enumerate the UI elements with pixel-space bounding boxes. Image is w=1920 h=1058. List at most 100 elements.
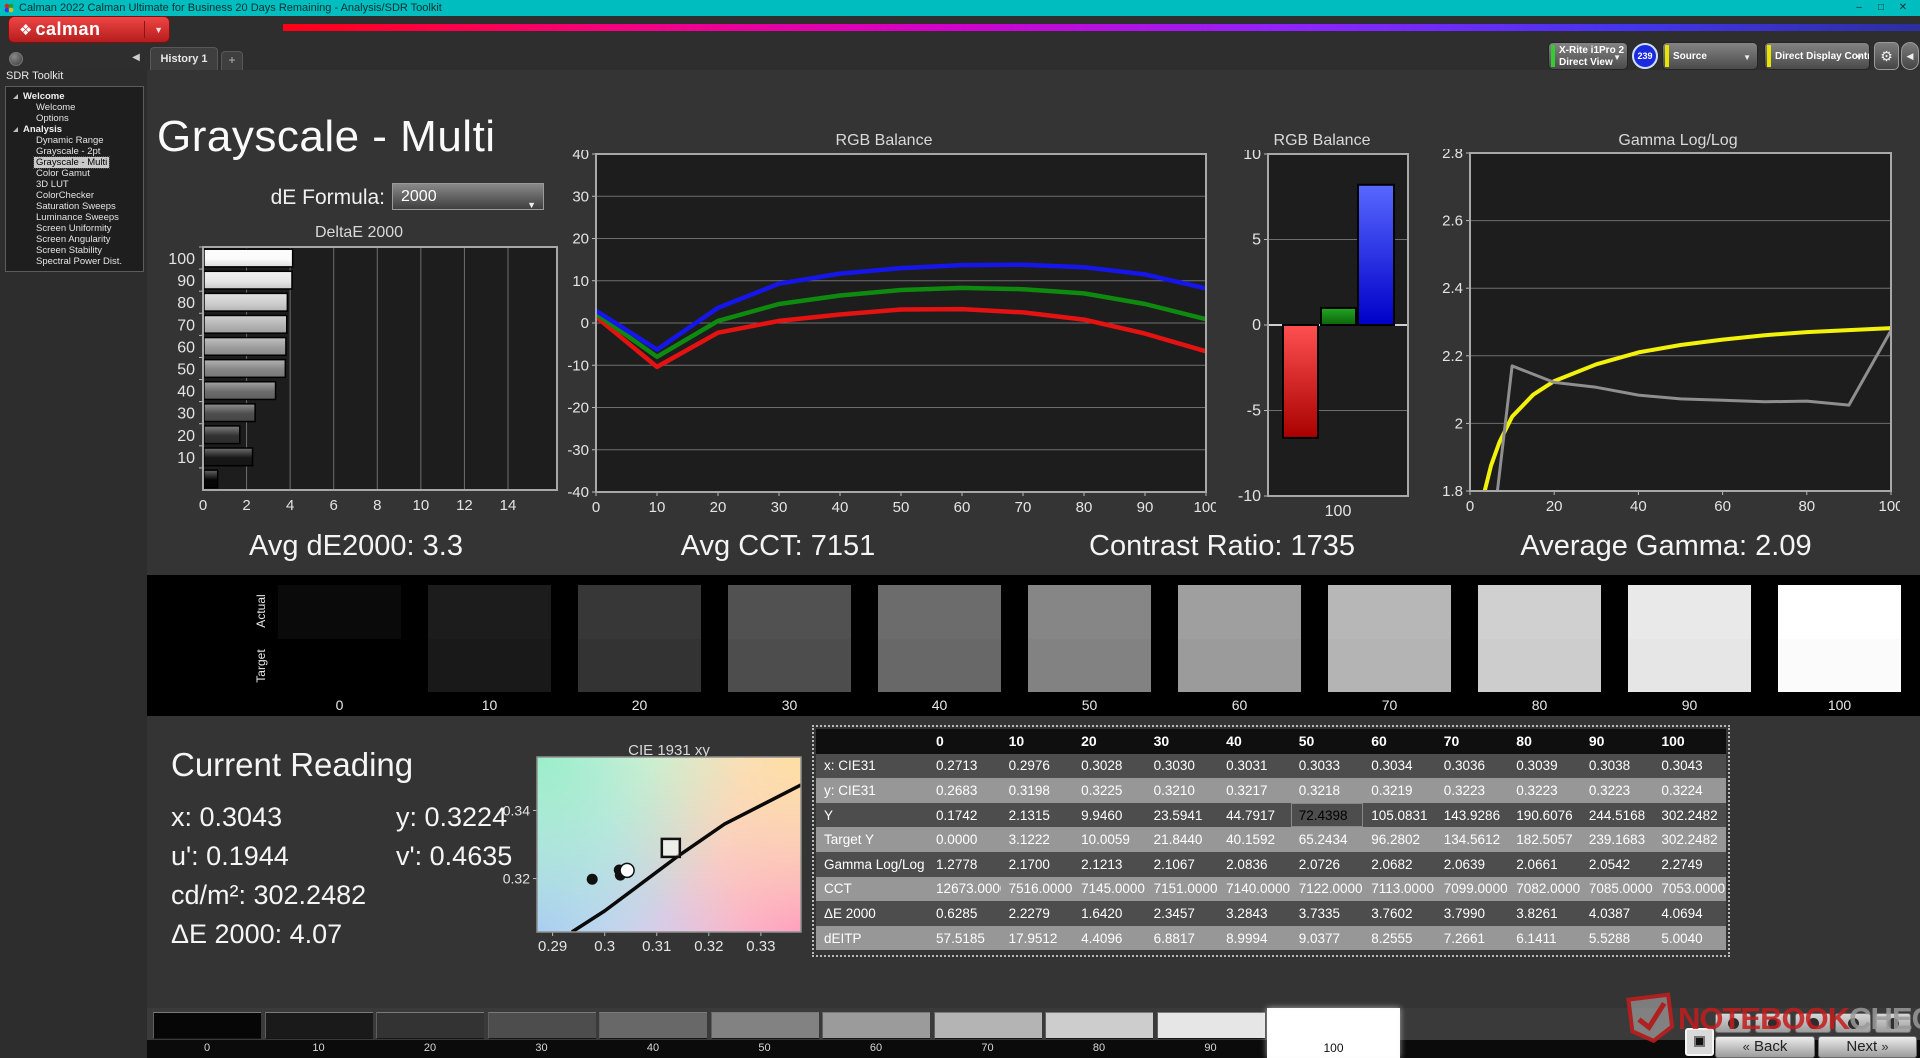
table-cell[interactable]: 134.5612 — [1435, 827, 1509, 852]
meter-dropdown[interactable]: X-Rite i1Pro 2 Direct View ▼ — [1548, 42, 1628, 70]
table-cell[interactable]: 3.7335 — [1290, 901, 1364, 926]
table-cell[interactable]: 143.9286 — [1435, 802, 1509, 828]
sidebar-item-screen-stability[interactable]: Screen Stability — [6, 245, 143, 256]
table-cell[interactable]: 7113.0000 — [1363, 876, 1436, 902]
table-cell[interactable]: 17.9512 — [1000, 925, 1074, 951]
table-cell[interactable]: 239.1683 — [1580, 827, 1654, 852]
table-cell[interactable]: 0.3043 — [1653, 753, 1726, 779]
table-cell[interactable]: 0.3198 — [1000, 778, 1074, 803]
table-cell[interactable]: 7140.0000 — [1218, 876, 1291, 902]
table-cell[interactable]: 190.6076 — [1508, 802, 1581, 828]
sidebar-item-screen-uniformity[interactable]: Screen Uniformity — [6, 223, 143, 234]
tree-group-analysis[interactable]: Analysis — [6, 124, 143, 135]
table-cell[interactable]: 44.7917 — [1218, 802, 1291, 828]
table-cell[interactable]: 0.3223 — [1580, 778, 1654, 803]
table-cell[interactable]: 5.5288 — [1580, 925, 1654, 951]
table-cell[interactable]: 2.1315 — [1000, 802, 1074, 828]
meter-count-badge[interactable]: 239 — [1632, 43, 1658, 69]
table-cell[interactable]: 7053.0000 — [1653, 876, 1726, 902]
measurement-step-20[interactable] — [376, 1012, 484, 1039]
measurement-step-10[interactable] — [264, 1012, 373, 1039]
table-cell[interactable]: 2.0661 — [1508, 851, 1581, 877]
table-cell[interactable]: 182.5057 — [1508, 827, 1581, 852]
table-cell[interactable]: 3.2843 — [1218, 901, 1291, 926]
panel-collapse-icon[interactable]: ◀ — [1901, 42, 1919, 70]
table-cell[interactable]: 6.1411 — [1508, 925, 1581, 951]
table-cell[interactable]: 7145.0000 — [1073, 876, 1146, 902]
sidebar-item-spectral-power-dist-[interactable]: Spectral Power Dist. — [6, 256, 143, 267]
table-cell[interactable]: 0.3224 — [1653, 778, 1726, 803]
table-cell[interactable]: 2.1067 — [1145, 851, 1219, 877]
table-cell[interactable]: 8.9994 — [1218, 925, 1291, 951]
table-cell[interactable]: 96.2802 — [1363, 827, 1436, 852]
table-cell[interactable]: 2.1213 — [1073, 851, 1146, 877]
measurement-step-40[interactable] — [599, 1012, 707, 1039]
table-cell[interactable]: 0.3218 — [1290, 778, 1364, 803]
stop-button[interactable] — [1685, 1028, 1714, 1056]
layout-toggle-button[interactable] — [9, 52, 23, 66]
table-cell[interactable]: 0.3223 — [1435, 778, 1509, 803]
table-cell[interactable]: 3.7602 — [1363, 901, 1436, 926]
sidebar-item-color-gamut[interactable]: Color Gamut — [6, 168, 143, 179]
table-cell[interactable]: 2.2279 — [1000, 901, 1074, 926]
table-cell[interactable]: 0.6285 — [928, 901, 1001, 926]
table-cell[interactable]: 0.1742 — [928, 802, 1001, 828]
add-tab-button[interactable]: + — [221, 51, 243, 70]
table-cell[interactable]: 7082.0000 — [1508, 876, 1581, 902]
sidebar-item-grayscale-multi[interactable]: Grayscale - Multi — [6, 156, 143, 169]
media-button[interactable] — [1875, 1013, 1911, 1033]
table-cell[interactable]: 4.0694 — [1653, 901, 1726, 926]
table-cell[interactable]: 12673.0000 — [928, 876, 1001, 902]
table-cell[interactable]: 4.4096 — [1073, 925, 1146, 951]
table-cell[interactable]: 7122.0000 — [1290, 876, 1364, 902]
table-cell[interactable]: 3.1222 — [1000, 827, 1074, 852]
table-cell[interactable]: 0.3223 — [1508, 778, 1581, 803]
table-cell[interactable]: 23.5941 — [1145, 802, 1219, 828]
table-cell[interactable]: 302.2482 — [1653, 802, 1726, 828]
table-cell[interactable]: 2.2749 — [1653, 851, 1726, 877]
table-cell[interactable]: 21.8440 — [1145, 827, 1219, 852]
table-cell[interactable]: 2.0726 — [1290, 851, 1364, 877]
table-cell[interactable]: 2.1700 — [1000, 851, 1074, 877]
media-button[interactable] — [1795, 1013, 1831, 1033]
media-button[interactable] — [1755, 1013, 1791, 1033]
display-control-dropdown[interactable]: Direct Display Control ▼ — [1764, 42, 1870, 70]
sidebar-item-luminance-sweeps[interactable]: Luminance Sweeps — [6, 212, 143, 223]
table-cell[interactable]: 0.2713 — [928, 753, 1001, 779]
table-cell[interactable]: 0.3210 — [1145, 778, 1219, 803]
close-button[interactable]: ✕ — [1892, 0, 1914, 16]
collapse-left-icon[interactable]: ◀ — [128, 50, 144, 66]
table-cell[interactable]: 2.3457 — [1145, 901, 1219, 926]
table-cell[interactable]: 72.4398 — [1290, 802, 1364, 828]
table-cell[interactable]: 2.0682 — [1363, 851, 1436, 877]
table-cell[interactable]: 3.8261 — [1508, 901, 1581, 926]
tree-expander-icon[interactable] — [13, 94, 18, 99]
table-cell[interactable]: 0.3034 — [1363, 753, 1436, 779]
table-cell[interactable]: 0.3030 — [1145, 753, 1219, 779]
table-cell[interactable]: 0.2976 — [1000, 753, 1074, 779]
source-dropdown[interactable]: Source ▼ — [1662, 42, 1758, 70]
measurement-step-90[interactable] — [1156, 1012, 1265, 1039]
table-cell[interactable]: 0.3031 — [1218, 753, 1291, 779]
sidebar-item-dynamic-range[interactable]: Dynamic Range — [6, 135, 143, 146]
table-cell[interactable]: 10.0059 — [1073, 827, 1146, 852]
sidebar-item-saturation-sweeps[interactable]: Saturation Sweeps — [6, 201, 143, 212]
table-cell[interactable]: 2.0639 — [1435, 851, 1509, 877]
sidebar-item-3d-lut[interactable]: 3D LUT — [6, 179, 143, 190]
table-cell[interactable]: 6.8817 — [1145, 925, 1219, 951]
table-cell[interactable]: 7151.0000 — [1145, 876, 1219, 902]
minimize-button[interactable]: – — [1848, 0, 1870, 16]
table-cell[interactable]: 4.0387 — [1580, 901, 1654, 926]
table-cell[interactable]: 9.9460 — [1073, 802, 1146, 828]
media-button[interactable] — [1835, 1013, 1871, 1033]
tree-expander-icon[interactable] — [13, 127, 18, 132]
table-cell[interactable]: 0.3036 — [1435, 753, 1509, 779]
sidebar-item-colorchecker[interactable]: ColorChecker — [6, 190, 143, 201]
sidebar-item-grayscale-2pt[interactable]: Grayscale - 2pt — [6, 146, 143, 157]
de-formula-select[interactable]: 2000 ▼ — [392, 183, 544, 210]
next-button[interactable]: Next » — [1818, 1036, 1917, 1058]
back-button[interactable]: « Back — [1715, 1036, 1815, 1058]
table-cell[interactable]: 65.2434 — [1290, 827, 1364, 852]
table-cell[interactable]: 3.7990 — [1435, 901, 1509, 926]
table-cell[interactable]: 0.3225 — [1073, 778, 1146, 803]
